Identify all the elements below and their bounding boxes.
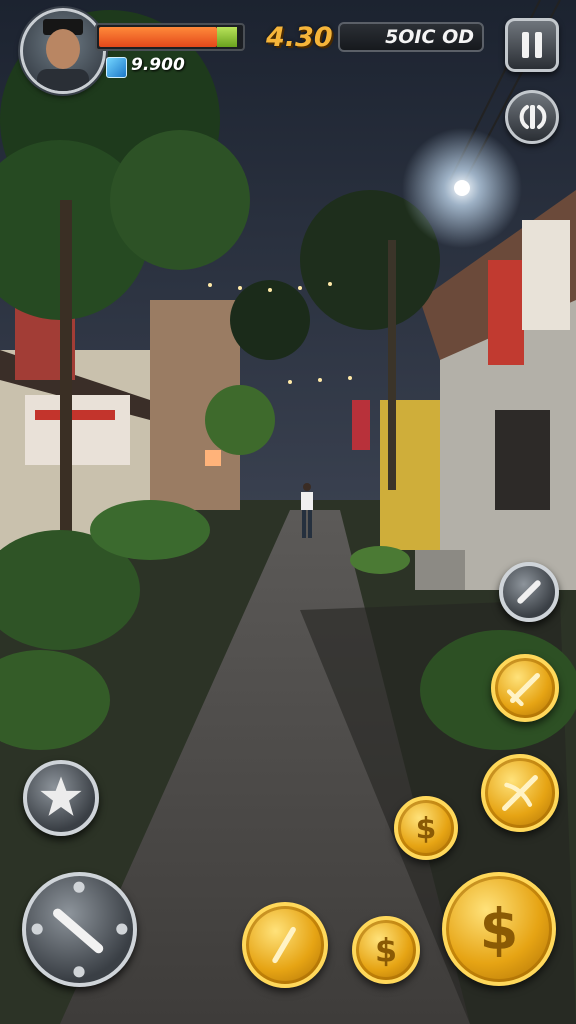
weapon-slot-sword-button[interactable] [491, 654, 559, 722]
gem-count: 9.900 [131, 55, 185, 75]
crossbow-icon [502, 775, 538, 811]
player-avatar [20, 8, 106, 94]
weapon-slot-crossbow-button[interactable] [481, 754, 559, 832]
coin-big-button[interactable]: $ [442, 872, 556, 986]
svg-text:$: $ [416, 812, 437, 847]
sword-attack-button[interactable] [22, 872, 137, 987]
weapon-slot-stick-button[interactable] [499, 562, 559, 622]
night-street-scene [0, 0, 576, 1024]
coin-small-1-button[interactable]: $ [394, 796, 458, 860]
special-star-button[interactable] [23, 760, 99, 836]
svg-text:$: $ [375, 933, 397, 969]
svg-text:$: $ [480, 898, 519, 963]
star-icon [40, 776, 82, 816]
health-bar-fill [99, 27, 217, 47]
street-lamp [454, 180, 470, 196]
dollar-icon: $ [375, 933, 397, 969]
sound-button[interactable] [505, 90, 559, 144]
score-panel: 5OIC OD [338, 22, 484, 52]
score-value: 5OIC OD [385, 26, 474, 48]
coin-small-2-button[interactable]: $ [352, 916, 420, 984]
gem-icon [106, 57, 127, 78]
sound-icon [519, 105, 547, 129]
pause-icon [522, 32, 542, 58]
dollar-icon: $ [416, 812, 437, 847]
stick-icon [517, 580, 541, 604]
coin-medium-button[interactable] [242, 902, 328, 988]
timer-readout: 4.30 [266, 22, 333, 53]
dollar-icon: $ [480, 898, 519, 963]
health-bar [95, 23, 245, 51]
pause-button[interactable] [505, 18, 559, 72]
health-bar-tip [217, 27, 237, 47]
sword-attack-icon [31, 881, 128, 978]
wand-icon [272, 926, 296, 964]
sword-icon [506, 673, 540, 707]
